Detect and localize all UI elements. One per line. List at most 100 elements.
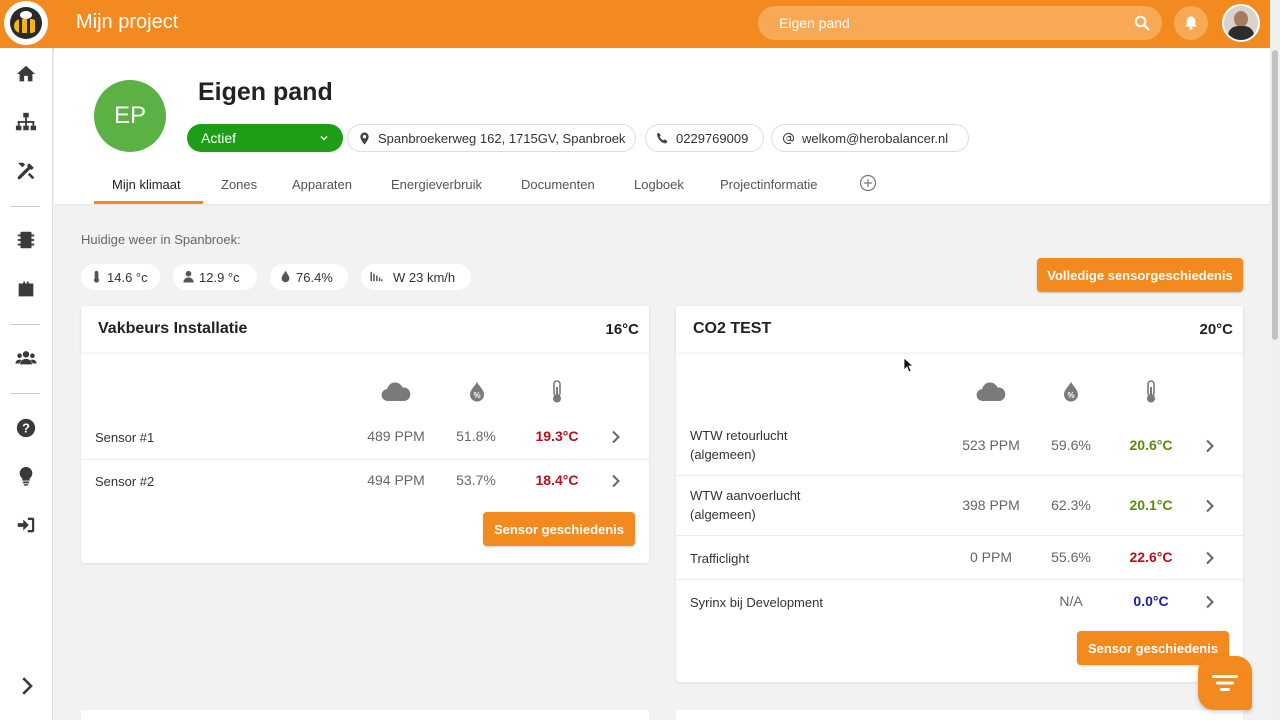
tab-logboek[interactable]: Logboek [634,170,684,204]
tools-icon [17,162,35,180]
sidebar-item-logout[interactable] [6,507,46,543]
sensor-co2: 0 PPM [969,549,1012,565]
sidebar-divider [10,206,40,207]
droplet-percent-icon: % [1064,382,1078,402]
lightbulb-icon [19,466,33,486]
user-avatar[interactable] [1222,4,1260,42]
sign-in-icon [17,517,35,533]
tab-energieverbruik[interactable]: Energieverbruik [391,170,482,204]
chevron-right-icon[interactable] [610,474,622,488]
sensor-row[interactable]: Trafficlight 0 PPM 55.6% 22.6°C [676,536,1243,580]
weather-humidity: 76.4% [296,269,333,285]
search-icon[interactable] [1134,15,1150,31]
chevron-right-icon[interactable] [1204,551,1216,565]
sidebar-item-users[interactable] [6,340,46,376]
sensor-name: WTW aanvoerlucht (algemeen) [690,488,801,522]
chevron-right-icon[interactable] [1204,595,1216,609]
svg-text:%: % [1067,391,1074,400]
chat-button[interactable] [1198,656,1252,710]
wind-bars-icon [370,271,383,282]
project-header: EP Eigen pand Actief Spanbroekerweg 162,… [54,48,1270,204]
bell-icon [1185,16,1197,30]
scrollbar-thumb[interactable] [1272,50,1278,340]
sidebar-item-home[interactable] [6,56,46,92]
weather-feels-like: 12.9 °c [199,269,240,285]
sidebar-item-ideas[interactable] [6,458,46,494]
sensor-row[interactable]: Syrinx bij Development N/A 0.0°C [676,580,1243,624]
users-icon [15,351,37,365]
sensor-temperature: 22.6°C [1129,549,1173,565]
full-sensor-history-button[interactable]: Volledige sensorgeschiedenis [1037,258,1243,292]
bee-logo-icon [10,7,42,39]
sensor-co2: 523 PPM [962,437,1020,453]
chat-lines-icon [1212,675,1238,691]
briefcase-icon [18,281,34,297]
zone-card-partial [676,710,1243,720]
page-scrollbar[interactable] [1270,0,1280,720]
temperature-column-icon [542,378,572,406]
email-chip[interactable]: welkom@herobalancer.nl [771,124,969,152]
chevron-right-icon[interactable] [1204,499,1216,513]
top-bar: Mijn project [0,0,1270,48]
phone-chip[interactable]: 0229769009 [645,124,764,152]
tab-documenten[interactable]: Documenten [521,170,595,204]
zone-card-vakbeurs: Vakbeurs Installatie 16°C % Sensor #1 48… [81,306,649,563]
project-avatar: EP [94,80,166,152]
droplet-icon [281,270,290,283]
sidebar-item-tools[interactable] [6,153,46,189]
sensor-history-button[interactable]: Sensor geschiedenis [483,512,635,546]
thermometer-icon [553,380,561,403]
sensor-humidity: 62.3% [1051,497,1091,513]
cloud-icon [381,382,411,402]
weather-wind-chip: W 23 km/h [361,264,471,290]
chevron-right-icon [22,677,33,695]
zone-title: CO2 TEST [693,320,772,337]
sensor-row[interactable]: WTW aanvoerlucht (algemeen) 398 PPM 62.3… [676,476,1243,536]
tab-apparaten[interactable]: Apparaten [292,170,352,204]
sensor-name: Sensor #2 [95,474,155,489]
humidity-column-icon: % [462,378,492,406]
thermometer-icon [93,270,100,283]
add-tab-icon[interactable] [859,174,877,192]
sensor-co2: 489 PPM [367,428,425,444]
weather-feels-like-chip: 12.9 °c [173,264,257,290]
sidebar-item-structure[interactable] [6,104,46,140]
chip-icon [17,231,35,249]
map-pin-icon [360,132,369,145]
sidebar-item-help[interactable]: ? [6,410,46,446]
email-text: welkom@herobalancer.nl [802,130,949,146]
sensor-humidity: 55.6% [1051,549,1091,565]
status-dropdown[interactable]: Actief [187,124,343,152]
weather-wind: W 23 km/h [393,269,456,285]
sensor-row[interactable]: WTW retourlucht (algemeen) 523 PPM 59.6%… [676,416,1243,476]
sidebar-divider [10,324,40,325]
svg-text:%: % [473,391,480,400]
address-chip[interactable]: Spanbroekerweg 162, 1715GV, Spanbroek [347,124,636,152]
notifications-button[interactable] [1174,6,1208,40]
tab-zones[interactable]: Zones [221,170,257,204]
weather-temperature: 14.6 °c [107,269,148,285]
tab-mijn-klimaat[interactable]: Mijn klimaat [94,170,203,204]
sidebar-item-devices[interactable] [6,222,46,258]
sensor-row[interactable]: Sensor #1 489 PPM 51.8% 19.3°C [81,416,649,460]
sensor-temperature: 0.0°C [1133,593,1169,609]
chevron-right-icon[interactable] [610,430,622,444]
sensor-temperature: 20.6°C [1129,437,1173,453]
page-title: Eigen pand [198,78,333,106]
humidity-column-icon: % [1056,378,1086,406]
app-title: Mijn project [76,11,179,33]
search-input[interactable] [758,6,1162,40]
thermometer-icon [1147,380,1155,403]
sensor-temperature: 18.4°C [535,472,579,488]
co2-column-icon [381,378,411,406]
app-logo[interactable] [4,1,48,45]
chevron-right-icon[interactable] [1204,439,1216,453]
sidebar-expand-button[interactable] [6,668,46,704]
tab-projectinformatie[interactable]: Projectinformatie [720,170,818,204]
at-icon [782,132,795,145]
mouse-cursor-icon [903,357,913,373]
sensor-humidity: 53.7% [456,472,496,488]
sidebar-item-projects[interactable] [6,271,46,307]
zone-card-partial [81,710,649,720]
sensor-row[interactable]: Sensor #2 494 PPM 53.7% 18.4°C [81,460,649,504]
